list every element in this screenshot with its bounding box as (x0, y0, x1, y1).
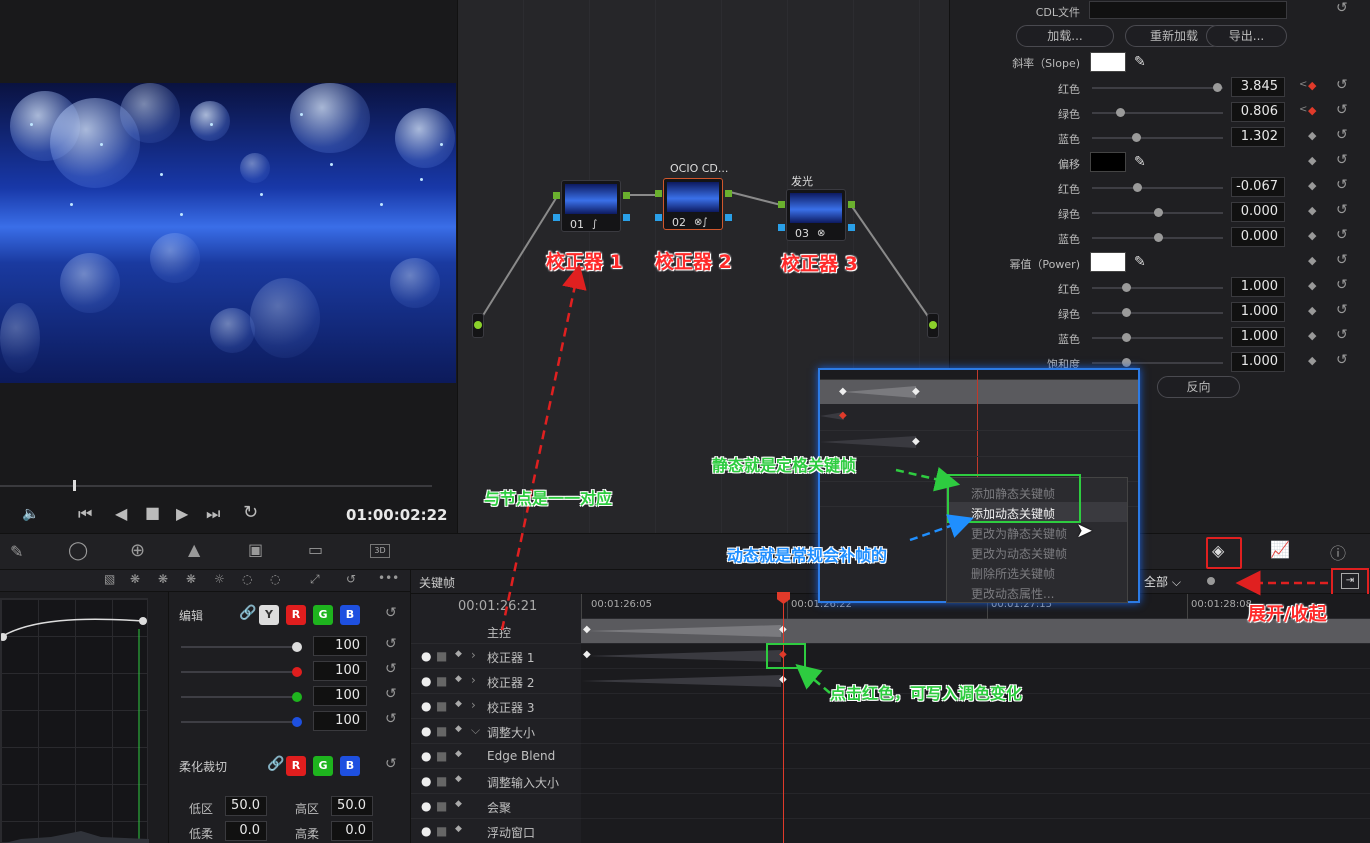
annotation-one-to-one: 与节点是一一对应 (484, 489, 613, 508)
annotation-arrows (500, 263, 1328, 694)
annotation-click-red: 点击红色，可写入调色变化 (830, 684, 1023, 703)
annotation-static: 静态就是定格关键帧 (712, 456, 857, 475)
annotation-expand: 展开/收起 (1248, 604, 1327, 625)
annotation-dynamic: 动态就是常规会补帧的 (727, 546, 888, 565)
